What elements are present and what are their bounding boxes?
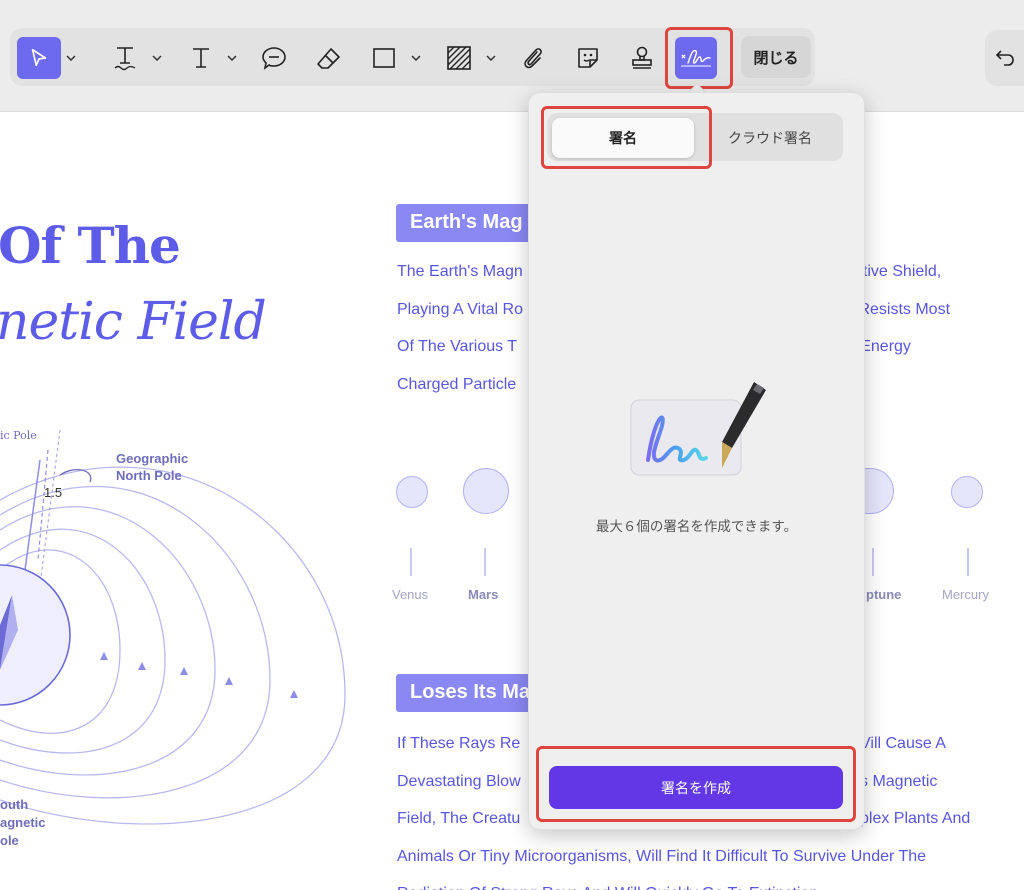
- planet-venus-circle: [396, 476, 428, 508]
- undo-button[interactable]: [994, 46, 1018, 70]
- section2-paragraph-right: Vill Cause A s Magnetic plex Plants And: [860, 725, 970, 838]
- chevron-down-icon: [486, 55, 496, 61]
- undo-icon: [995, 50, 1014, 66]
- select-tool-button[interactable]: [17, 37, 61, 79]
- document-title-line1: Of The: [0, 216, 181, 275]
- eraser-tool-button[interactable]: [313, 37, 345, 79]
- pattern-fill-icon: [447, 46, 471, 70]
- text-box-tool-dropdown[interactable]: [225, 48, 239, 68]
- paragraph-line: Playing A Vital Ro: [397, 300, 524, 318]
- chevron-down-icon: [66, 55, 76, 61]
- chevron-down-icon: [411, 55, 421, 61]
- signature-icon: [681, 49, 711, 67]
- planet-tick: [484, 548, 486, 576]
- top-toolbar: 閉じる: [0, 0, 1024, 112]
- attachment-tool-button[interactable]: [517, 37, 549, 79]
- create-signature-button[interactable]: 署名を作成: [549, 766, 843, 809]
- planet-label-venus: Venus: [392, 587, 429, 602]
- angle-label: 1.5: [44, 485, 63, 500]
- south-pole-label-1: outh: [0, 797, 29, 812]
- south-pole-label-2: agnetic: [0, 815, 46, 830]
- text-tool-button[interactable]: [186, 37, 216, 79]
- close-button[interactable]: 閉じる: [741, 36, 811, 78]
- paperclip-icon: [524, 48, 542, 69]
- pattern-fill-tool-button[interactable]: [443, 37, 475, 79]
- planet-tick: [410, 548, 412, 576]
- paragraph-line: Vill Cause A: [860, 735, 946, 752]
- tab-cloud-signature[interactable]: クラウド署名: [700, 118, 840, 158]
- sticker-icon: [578, 48, 598, 68]
- planet-neptune-circle: [862, 468, 894, 514]
- text-icon: [193, 48, 209, 68]
- chevron-down-icon: [227, 55, 237, 61]
- paragraph-line: Of The Various T: [397, 338, 518, 355]
- select-tool-dropdown[interactable]: [64, 48, 78, 68]
- planet-mercury-circle: [951, 476, 983, 508]
- geographic-north-label-1: Geographic: [116, 451, 189, 466]
- comment-icon: [262, 47, 286, 70]
- south-pole-label-3: ole: [0, 833, 19, 848]
- paragraph-line: Radiation Of Strong Rays And Will Quickl…: [397, 875, 926, 890]
- shape-tool-dropdown[interactable]: [409, 48, 423, 68]
- stamp-icon: [632, 46, 652, 69]
- signature-tool-button[interactable]: [675, 37, 717, 79]
- geographic-north-label-2: North Pole: [116, 468, 182, 483]
- fill-tool-dropdown[interactable]: [484, 48, 498, 68]
- paragraph-line: Charged Particle: [397, 375, 517, 393]
- stamp-tool-button[interactable]: [626, 37, 658, 79]
- text-tool-dropdown[interactable]: [150, 48, 164, 68]
- comment-tool-button[interactable]: [258, 37, 290, 79]
- rectangle-tool-button[interactable]: [368, 37, 400, 79]
- planet-label-mars: Mars: [468, 587, 499, 602]
- planet-label-mercury: Mercury: [942, 587, 989, 602]
- planet-mars-circle: [463, 468, 509, 514]
- paragraph-line: The Earth's Magn: [397, 263, 523, 280]
- cursor-icon: [31, 48, 47, 67]
- tab-signature[interactable]: 署名: [552, 118, 694, 158]
- chevron-down-icon: [152, 55, 162, 61]
- magnetic-pole-label: ic Pole: [0, 429, 37, 442]
- rectangle-icon: [373, 48, 395, 68]
- planet-label-neptune: ptune: [866, 587, 902, 602]
- text-underline-icon: [114, 47, 136, 71]
- planet-tick: [967, 548, 969, 576]
- planet-tick: [872, 548, 874, 576]
- sticker-tool-button[interactable]: [572, 37, 604, 79]
- signature-limit-info: 最大６個の署名を作成できます。: [595, 519, 798, 535]
- document-title-line2: netic Field: [0, 292, 267, 352]
- paragraph-line: plex Plants And: [860, 810, 971, 827]
- paragraph-line: s Magnetic: [860, 772, 938, 790]
- eraser-icon: [317, 48, 340, 69]
- text-underline-tool-button[interactable]: [110, 37, 140, 79]
- signature-pen-illustration: [630, 382, 766, 476]
- section1-paragraph: The Earth's Magn Playing A Vital Ro Of T…: [397, 253, 523, 403]
- paragraph-line: Animals Or Tiny Microorganisms, Will Fin…: [397, 847, 927, 865]
